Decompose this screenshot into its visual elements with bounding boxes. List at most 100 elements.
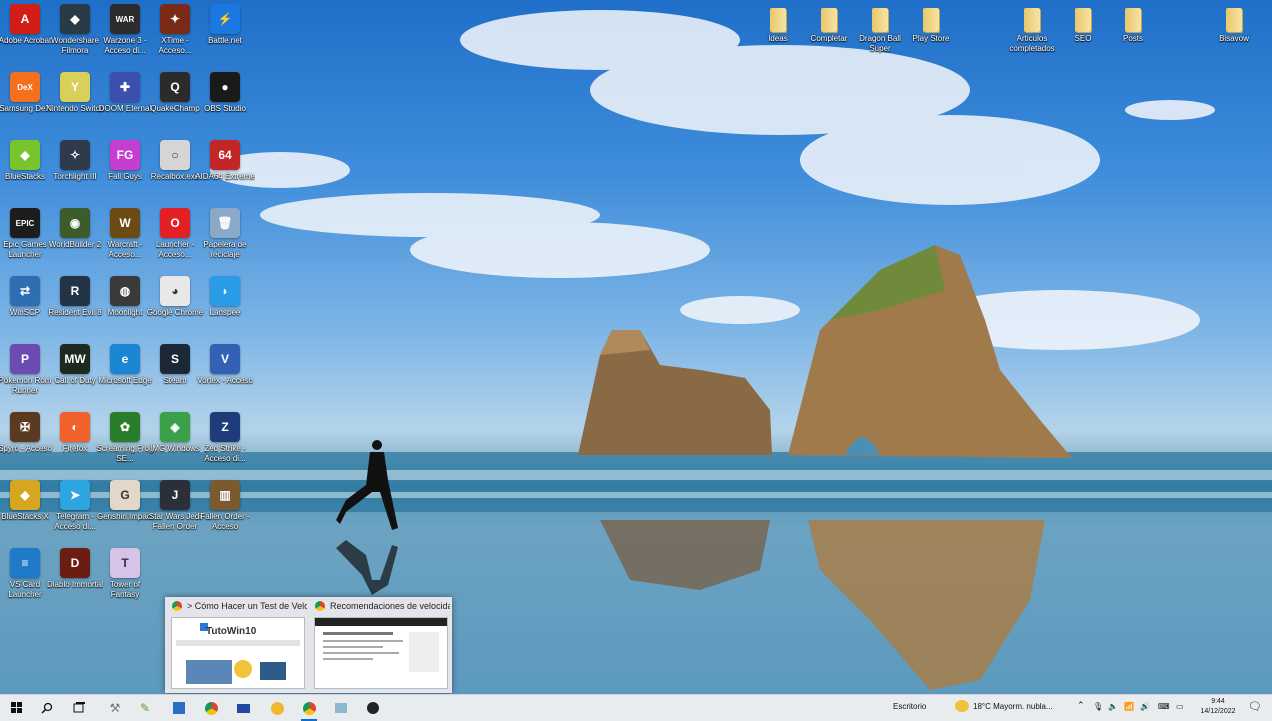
- quake-icon: Q: [160, 72, 190, 102]
- desktop-icon-label: Vortex - Acceso: [197, 376, 253, 385]
- folder-label: Play Store: [912, 34, 950, 43]
- torchlight-icon: ✧: [60, 140, 90, 170]
- search-button[interactable]: [36, 698, 58, 718]
- taskbar-app-folder[interactable]: [266, 698, 288, 718]
- desktop-icon-obs[interactable]: ● OBS Studio: [195, 68, 255, 114]
- taskbar-app-tools[interactable]: ⚒: [104, 698, 126, 718]
- taskbar-app-store[interactable]: [168, 698, 190, 718]
- genshin-icon: G: [110, 480, 140, 510]
- warcraft-icon: W: [110, 208, 140, 238]
- desktop-icon-battlenet[interactable]: ⚡ Battle.net: [195, 0, 255, 46]
- pokemon-icon: P: [10, 344, 40, 374]
- winscp-icon: ⇄: [10, 276, 40, 306]
- taskbar-app-generic[interactable]: [330, 698, 352, 718]
- desktop-icon-vray[interactable]: V Vortex - Acceso: [195, 340, 255, 386]
- taskbar: ⚒ ✎ Escritorio 18°C Mayorm. nubla... ⌃ 🎙…: [0, 694, 1272, 721]
- thumbnail-chrome-tab-1[interactable]: > Cómo Hacer un Test de Velo... TutoWin1…: [167, 597, 307, 693]
- desktop-icon-lanspee[interactable]: ◗ Lanspee: [195, 272, 255, 318]
- war3-icon: WAR: [110, 4, 140, 34]
- folder-label: Completar: [810, 34, 848, 43]
- bluestacks2-icon: ◆: [10, 480, 40, 510]
- fallguys-icon: FG: [110, 140, 140, 170]
- thumbnail-title: > Cómo Hacer un Test de Velo...: [187, 601, 307, 611]
- desktop-folder[interactable]: Ideas: [752, 4, 804, 44]
- chrome-active-icon: [302, 701, 316, 715]
- desktop-icon-label: Tower of Fantasy: [109, 580, 141, 599]
- epic-icon: EPIC: [10, 208, 40, 238]
- tower-icon: T: [110, 548, 140, 578]
- folder-icon: [1125, 8, 1141, 32]
- dex-icon: DeX: [10, 72, 40, 102]
- emoji-icon: [234, 660, 252, 678]
- taskbar-app-monitor[interactable]: [232, 698, 254, 718]
- weather-icon[interactable]: [955, 700, 969, 712]
- desktop-icon-label: Lanspee: [209, 308, 241, 317]
- folder-icon: [872, 8, 888, 32]
- moonlight-icon: ◍: [110, 276, 140, 306]
- taskbar-app-chrome-active[interactable]: [298, 698, 320, 721]
- desktop-toolbar-label[interactable]: Escritorio: [893, 702, 926, 711]
- chevron-up-icon[interactable]: ⌃: [1077, 700, 1085, 711]
- start-button[interactable]: [6, 698, 28, 718]
- monitor-icon: [236, 703, 250, 713]
- desktop-icon-bin[interactable]: 🗑 Papelera de reciclaje: [195, 204, 255, 260]
- desktop-icon-books[interactable]: ▥ Fallen Order - Acceso: [195, 476, 255, 532]
- books-icon: ▥: [210, 480, 240, 510]
- bin-icon: 🗑: [210, 208, 240, 238]
- desktop-folder[interactable]: Completar: [803, 4, 855, 44]
- desktop-folder[interactable]: Play Store: [905, 4, 957, 44]
- lanspee-icon: ◗: [210, 276, 240, 306]
- task-view-button[interactable]: [68, 698, 90, 718]
- notification-icon[interactable]: 🗨: [1248, 700, 1262, 713]
- switch-icon: Y: [60, 72, 90, 102]
- chrome-icon: ◕: [160, 276, 190, 306]
- taskbar-app-obs[interactable]: [362, 698, 384, 718]
- obs-icon: [367, 702, 379, 714]
- folder-icon: [821, 8, 837, 32]
- desktop-icon-aida64[interactable]: 64 AIDA64 Extreme: [195, 136, 255, 182]
- tools-icon: ⚒: [109, 701, 121, 715]
- desktop-icon-tower[interactable]: T Tower of Fantasy: [95, 544, 155, 600]
- windows-logo-icon: [11, 702, 22, 713]
- keyboard-icon[interactable]: ▭: [1176, 702, 1184, 711]
- desktop-folder[interactable]: Articulos completados: [1006, 4, 1058, 54]
- spyro-icon: ✠: [10, 412, 40, 442]
- vray-icon: V: [210, 344, 240, 374]
- obs-icon: ●: [210, 72, 240, 102]
- taskbar-app-pen[interactable]: ✎: [134, 698, 156, 718]
- network-icon[interactable]: 📶: [1124, 702, 1134, 711]
- search-icon: [41, 702, 53, 714]
- store-icon: [173, 702, 185, 714]
- desktop-folder[interactable]: Dragon Ball Super: [854, 4, 906, 54]
- folder-label: SEO: [1074, 34, 1092, 43]
- clock[interactable]: 9:44 14/12/2022: [1198, 697, 1238, 717]
- desktop-icon-zed[interactable]: Z Zed Strike - Acceso di...: [195, 408, 255, 464]
- weather-text[interactable]: 18°C Mayorm. nubla...: [973, 702, 1053, 711]
- volume-icon[interactable]: 🔈: [1108, 702, 1118, 711]
- folder-icon: [923, 8, 939, 32]
- vscard-icon: ≡: [10, 548, 40, 578]
- desktop-folder[interactable]: SEO: [1057, 4, 1109, 44]
- speaker-icon[interactable]: 🔊: [1140, 702, 1150, 711]
- microphone-icon[interactable]: 🎙: [1093, 702, 1103, 711]
- language-icon[interactable]: ⌨: [1158, 702, 1170, 711]
- thumbnail-chrome-tab-2[interactable]: Recomendaciones de velocida...: [310, 597, 450, 693]
- tutowin-logo-text: TutoWin10: [206, 626, 257, 637]
- starwars-icon: J: [160, 480, 190, 510]
- desktop-icon-label: Fallen Order - Acceso: [200, 512, 250, 531]
- taskbar-app-chrome[interactable]: [200, 698, 222, 718]
- folder-icon: [1226, 8, 1242, 32]
- clock-date: 14/12/2022: [1200, 708, 1236, 715]
- telegram-icon: ➤: [60, 480, 90, 510]
- zed-icon: Z: [210, 412, 240, 442]
- cleaner-icon: ✿: [110, 412, 140, 442]
- desktop-folder[interactable]: Bisavow: [1208, 4, 1260, 44]
- dbz-icon: ✚: [110, 72, 140, 102]
- mw-icon: MW: [60, 344, 90, 374]
- mcafee-icon: ◈: [160, 412, 190, 442]
- wow-icon: ◉: [60, 208, 90, 238]
- folder-label: Dragon Ball Super: [859, 34, 901, 53]
- folder-icon: [1024, 8, 1040, 32]
- desktop-folder[interactable]: Posts: [1107, 4, 1159, 44]
- folder-label: Bisavow: [1219, 34, 1249, 43]
